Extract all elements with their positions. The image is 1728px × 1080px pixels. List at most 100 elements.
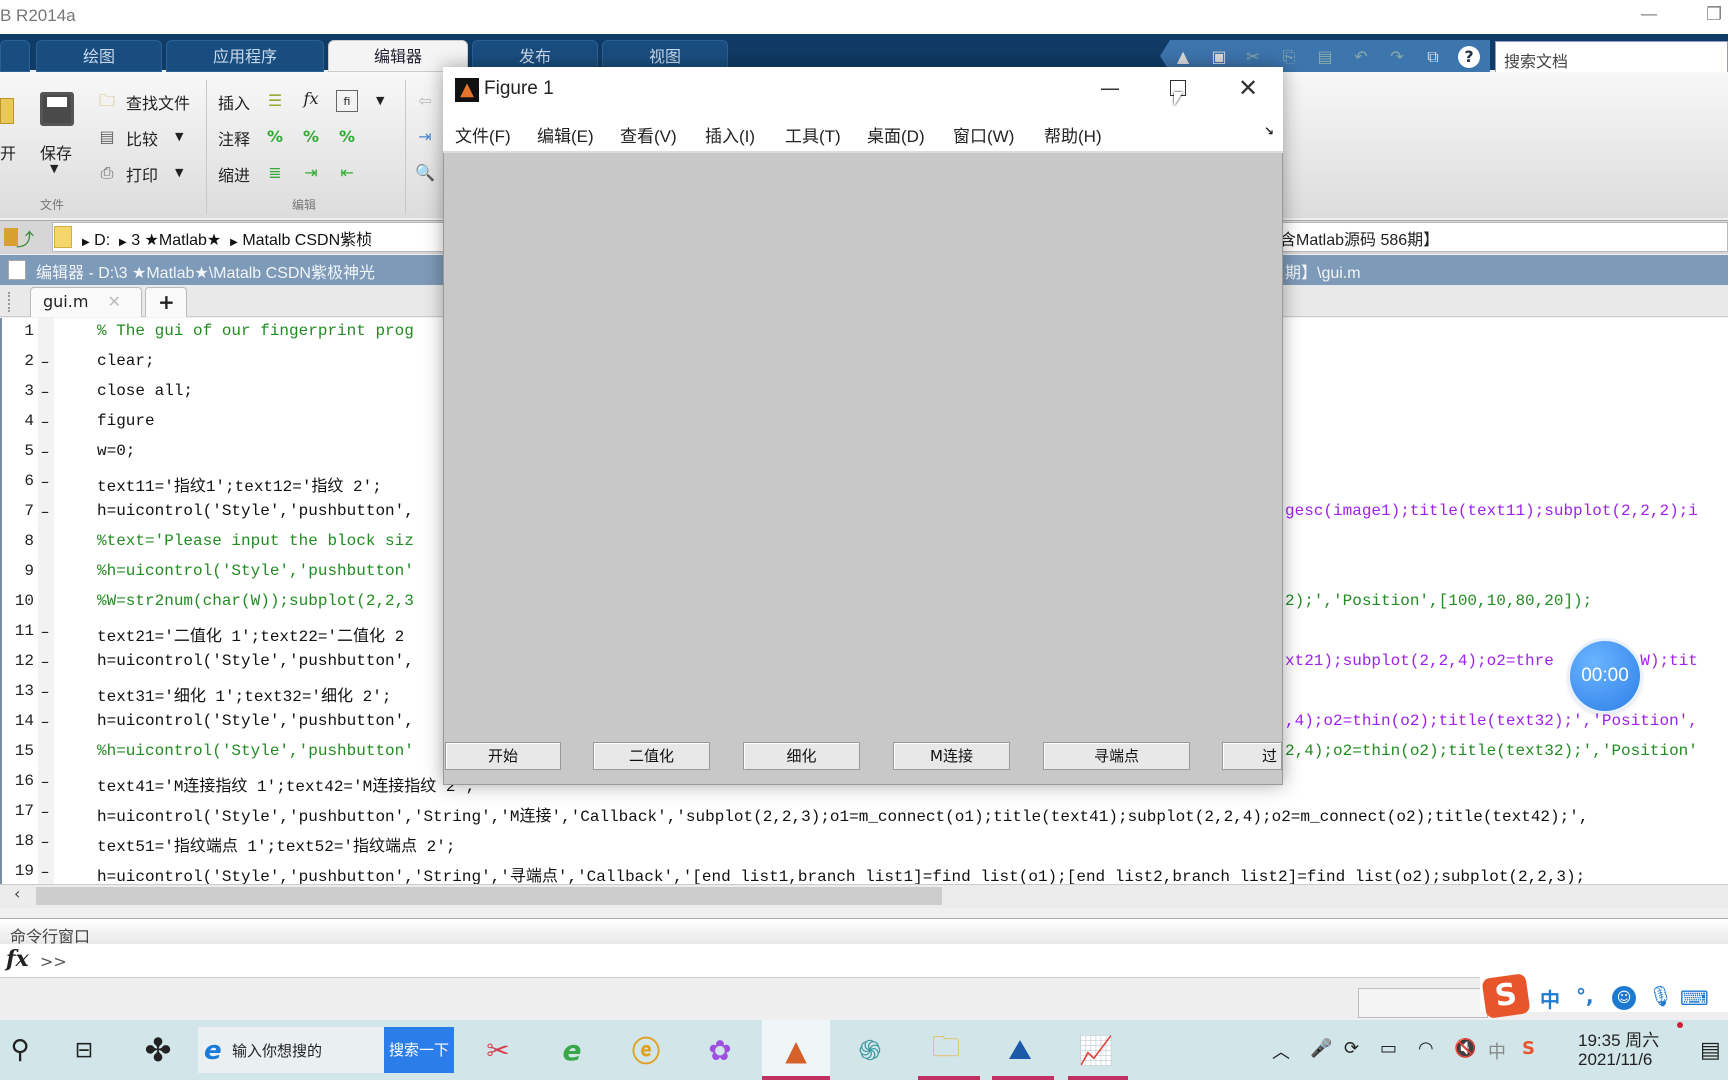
close-tab-icon[interactable]: ✕ — [108, 292, 121, 311]
code-line[interactable]: h=uicontrol('Style','pushbutton','String… — [97, 862, 1585, 886]
m-connect-button[interactable]: M连接 — [893, 742, 1010, 770]
tab-plots[interactable]: 绘图 — [36, 40, 162, 72]
breakpoint-marker[interactable]: – — [38, 442, 52, 461]
redo-icon[interactable]: ↷ — [1386, 46, 1408, 68]
sogou-tray-icon[interactable]: S — [1522, 1038, 1535, 1059]
code-line[interactable]: close all; — [97, 382, 193, 400]
code-line[interactable]: text41='M连接指纹 1';text42='M连接指纹 2'; — [97, 772, 475, 796]
tab-home[interactable] — [0, 40, 30, 72]
snipping-tool-icon[interactable]: ✂ — [478, 1030, 518, 1070]
code-line-overflow[interactable]: gesc(image1);title(text11);subplot(2,2,2… — [1285, 502, 1698, 520]
breakpoint-marker[interactable]: – — [38, 622, 52, 641]
insert-function-icon[interactable]: fi — [336, 90, 358, 112]
menu-desktop[interactable]: 桌面(D) — [867, 122, 925, 147]
breadcrumb-segment[interactable]: D: — [94, 232, 110, 249]
code-line-overflow[interactable]: 2);','Position',[100,10,80,20]); — [1285, 592, 1592, 610]
cut-icon[interactable]: ✂ — [1242, 46, 1264, 68]
taskbar-search-input[interactable]: 输入你想搜的 — [232, 1040, 322, 1061]
breadcrumb-segment[interactable]: Matalb CSDN紫桢 — [242, 232, 372, 249]
taskbar-search-button[interactable]: 搜索一下 — [384, 1027, 454, 1073]
breakpoint-marker[interactable]: – — [38, 352, 52, 371]
compare-button[interactable]: 比较 — [126, 126, 158, 150]
minimize-icon[interactable]: — — [1640, 4, 1658, 25]
switch-windows-icon[interactable]: ⧉ — [1422, 46, 1444, 68]
scroll-left-icon[interactable]: ‹ — [14, 884, 20, 903]
figure-minimize-icon[interactable]: — — [1100, 76, 1120, 100]
code-line-overflow[interactable]: ,4);o2=thin(o2);title(text32);','Positio… — [1285, 712, 1698, 730]
breakpoint-marker[interactable]: – — [38, 472, 52, 491]
code-line[interactable]: clear; — [97, 352, 155, 370]
folder-breadcrumb[interactable]: ▶ D: ▶ 3 ★Matlab★ ▶ Matalb CSDN紫桢 — [82, 226, 372, 250]
save-dropdown-icon[interactable]: ▼ — [50, 162, 58, 175]
compare-dropdown-icon[interactable]: ▼ — [175, 130, 183, 143]
undo-icon[interactable]: ↶ — [1350, 46, 1372, 68]
keyboard-icon[interactable]: ⌨ — [1680, 986, 1709, 1010]
open-folder-icon[interactable] — [0, 98, 14, 124]
task-view-icon[interactable]: ⊟ — [64, 1030, 104, 1070]
ime-punctuation[interactable]: °, — [1576, 984, 1594, 1008]
figure-close-icon[interactable]: ✕ — [1238, 74, 1258, 102]
filter-button[interactable]: 过 — [1222, 742, 1282, 770]
code-line[interactable]: %text='Please input the block siz — [97, 532, 414, 550]
drag-handle[interactable] — [8, 292, 12, 312]
pinwheel-app-icon[interactable]: ✤ — [138, 1030, 178, 1070]
code-line[interactable]: w=0; — [97, 442, 135, 460]
restore-icon[interactable]: ❐ — [1706, 4, 1722, 25]
find-endpoints-button[interactable]: 寻端点 — [1043, 742, 1190, 770]
menu-view[interactable]: 查看(V) — [620, 122, 677, 147]
up-folder-icon[interactable]: ⤴ — [16, 226, 34, 252]
clock-time[interactable]: 19:35 周六 — [1578, 1026, 1659, 1051]
tray-mic-icon[interactable]: 🎤 — [1310, 1038, 1332, 1059]
back-icon[interactable]: ⇦ — [414, 90, 436, 112]
code-line[interactable]: %W=str2num(char(W));subplot(2,2,3 — [97, 592, 414, 610]
wrap-comments-icon[interactable]: % — [336, 126, 358, 148]
spiral-app-icon[interactable]: ֍ — [850, 1030, 890, 1070]
fx-icon[interactable]: fx — [6, 946, 29, 972]
save-icon[interactable] — [40, 92, 74, 126]
tray-sync-icon[interactable]: ⟳ — [1344, 1038, 1359, 1059]
comment-icon[interactable]: % — [264, 126, 286, 148]
code-line[interactable]: figure — [97, 412, 155, 430]
thinning-button[interactable]: 细化 — [743, 742, 860, 770]
code-line[interactable]: h=uicontrol('Style','pushbutton', — [97, 712, 414, 730]
breakpoint-marker[interactable]: – — [38, 862, 52, 881]
ime-language[interactable]: 中 — [1540, 984, 1560, 1013]
figure-window[interactable] — [443, 67, 1283, 785]
browser-e-icon[interactable]: e — [552, 1030, 592, 1070]
code-line[interactable]: text31='细化 1';text32='细化 2'; — [97, 682, 391, 706]
code-line[interactable]: %h=uicontrol('Style','pushbutton' — [97, 742, 414, 760]
search-icon[interactable]: ⚲ — [0, 1030, 40, 1070]
find-files-button[interactable]: 查找文件 — [126, 90, 190, 114]
browser-360-icon[interactable]: ⓔ — [626, 1030, 666, 1070]
code-line[interactable]: h=uicontrol('Style','pushbutton', — [97, 652, 414, 670]
breakpoint-marker[interactable]: – — [38, 772, 52, 791]
smart-indent-icon[interactable]: ≣ — [264, 162, 286, 184]
dock-arrow-icon[interactable]: ↘ — [1264, 124, 1274, 138]
documentation-search-input[interactable]: 搜索文档 — [1495, 41, 1728, 73]
decrease-indent-icon[interactable]: ⇤ — [336, 162, 358, 184]
emoji-icon[interactable]: ☺ — [1612, 986, 1636, 1010]
menu-help[interactable]: 帮助(H) — [1044, 122, 1102, 147]
menu-insert[interactable]: 插入(I) — [705, 122, 755, 147]
code-line[interactable]: text51='指纹端点 1';text52='指纹端点 2'; — [97, 832, 455, 856]
microphone-icon[interactable]: 🎙 — [1648, 984, 1673, 1008]
start-button[interactable]: 开始 — [445, 742, 561, 770]
scrollbar-thumb[interactable] — [36, 887, 942, 905]
simulink-icon[interactable]: ▲ — [1172, 46, 1194, 68]
breadcrumb-segment[interactable]: 3 ★Matlab★ — [131, 232, 221, 249]
breakpoint-gutter[interactable] — [38, 318, 54, 884]
breakpoint-marker[interactable]: – — [38, 712, 52, 731]
breakpoint-marker[interactable]: – — [38, 382, 52, 401]
clock-date[interactable]: 2021/11/6 — [1578, 1050, 1652, 1070]
paste-icon[interactable]: ▤ — [1314, 46, 1336, 68]
new-tab-button[interactable]: + — [145, 287, 187, 317]
copy-icon[interactable]: ⎘ — [1278, 46, 1300, 68]
help-icon[interactable]: ? — [1458, 46, 1480, 68]
breakpoint-marker[interactable]: – — [38, 802, 52, 821]
breakpoint-marker[interactable]: – — [38, 652, 52, 671]
code-line[interactable]: text11='指纹1';text12='指纹 2'; — [97, 472, 382, 496]
open-button[interactable]: 开 — [0, 140, 16, 164]
save-icon[interactable]: ▣ — [1208, 46, 1230, 68]
binarize-button[interactable]: 二值化 — [593, 742, 710, 770]
code-line[interactable]: h=uicontrol('Style','pushbutton', — [97, 502, 414, 520]
